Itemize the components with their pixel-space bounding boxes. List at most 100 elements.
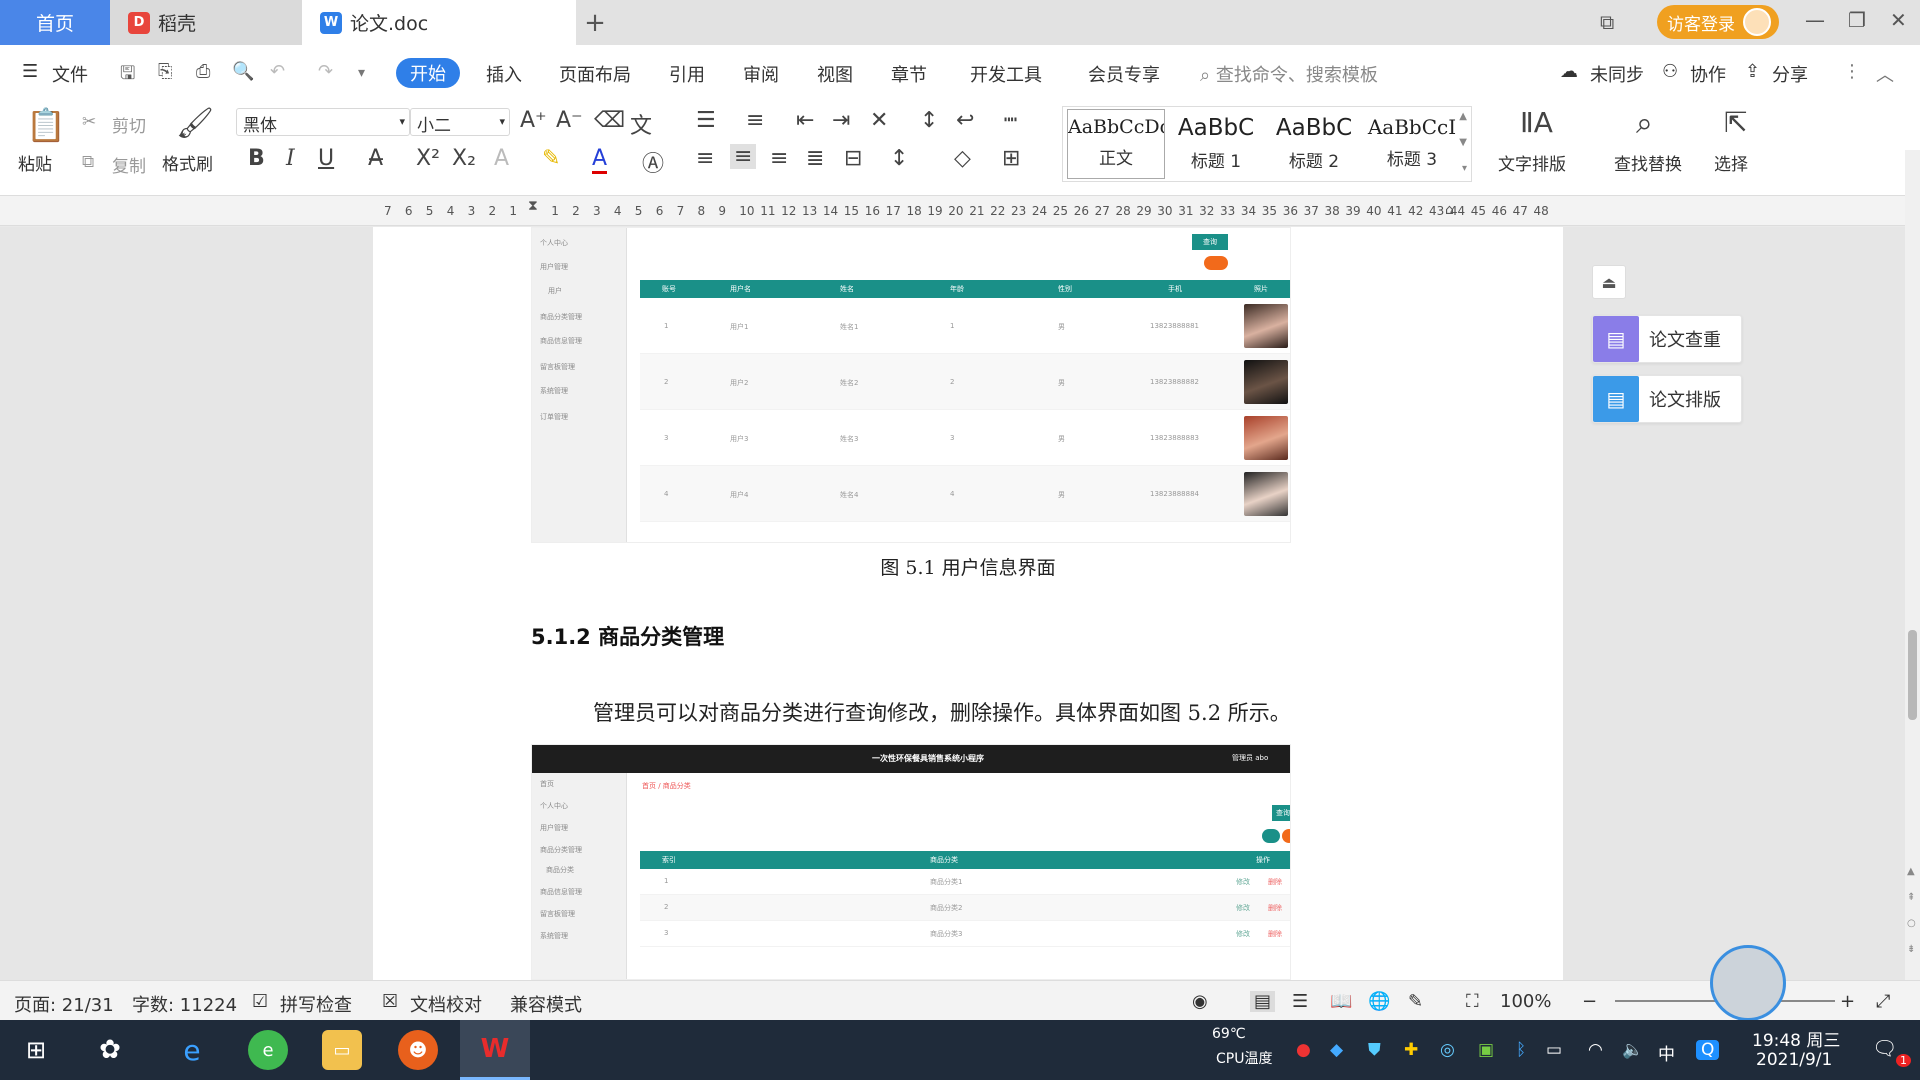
menu-start[interactable]: 开始 xyxy=(396,58,460,88)
zoom-out-icon[interactable]: − xyxy=(1582,991,1597,1012)
shrink-font-icon[interactable]: A⁻ xyxy=(556,108,583,133)
vertical-scrollbar[interactable]: ▲ ⇞ ○ ⇟ xyxy=(1905,150,1920,980)
file-explorer-icon[interactable]: ▭ xyxy=(322,1030,362,1070)
tab-daoke[interactable]: D 稻壳 xyxy=(110,0,302,45)
menu-member[interactable]: 会员专享 xyxy=(1088,61,1160,87)
command-search[interactable]: ⌕ 查找命令、搜索模板 xyxy=(1200,61,1378,87)
new-tab-button[interactable]: + xyxy=(578,0,612,45)
restore-icon[interactable]: ❐ xyxy=(1848,8,1866,32)
page-indicator[interactable]: 页面: 21/31 xyxy=(14,991,114,1017)
spell-check-button[interactable]: 拼写检查 xyxy=(280,991,352,1017)
gallery-scroll-down-icon[interactable]: ▼ xyxy=(1459,137,1467,148)
tab-home[interactable]: 首页 xyxy=(0,0,110,45)
clock-time[interactable]: 19:48 周三 xyxy=(1752,1026,1840,1051)
scrollbar-thumb[interactable] xyxy=(1908,630,1917,720)
underline-icon[interactable]: U xyxy=(318,146,334,171)
distributed-icon[interactable]: ⊟ xyxy=(844,146,862,171)
align-left-icon[interactable]: ≡ xyxy=(696,146,714,171)
bullet-list-icon[interactable]: ☰ xyxy=(696,108,716,133)
word-count[interactable]: 字数: 11224 xyxy=(132,991,237,1017)
font-name-select[interactable]: 黑体 ▾ xyxy=(236,108,410,136)
share-button[interactable]: 分享 xyxy=(1772,61,1808,87)
menu-view[interactable]: 视图 xyxy=(817,61,853,87)
font-color-icon[interactable]: A xyxy=(592,146,608,174)
decrease-indent-icon[interactable]: ⇤ xyxy=(796,108,814,133)
tab-document[interactable]: W 论文.doc xyxy=(302,0,576,45)
phonetic-icon[interactable]: 文 xyxy=(630,108,652,140)
wps-taskbar-icon[interactable]: W xyxy=(460,1020,530,1080)
menu-insert[interactable]: 插入 xyxy=(486,61,522,87)
style-heading-1[interactable]: AaBbC 标题 1 xyxy=(1167,109,1265,179)
menu-reference[interactable]: 引用 xyxy=(669,61,705,87)
collab-button[interactable]: 协作 xyxy=(1690,61,1726,87)
menu-dev-tools[interactable]: 开发工具 xyxy=(970,61,1042,87)
green-browser-icon[interactable]: e xyxy=(248,1030,288,1070)
numbered-list-icon[interactable]: ≡ xyxy=(746,108,764,133)
minimize-icon[interactable]: — xyxy=(1805,8,1825,32)
assistant-avatar[interactable] xyxy=(1710,945,1786,1021)
find-replace-button[interactable]: 查找替换 xyxy=(1614,150,1682,175)
qq-icon[interactable]: Q xyxy=(1696,1040,1720,1060)
char-border-icon[interactable]: Ⓐ xyxy=(642,146,664,178)
menu-file[interactable]: 文件 xyxy=(52,61,88,87)
superscript-icon[interactable]: X² xyxy=(416,146,440,171)
prev-page-icon[interactable]: ⇞ xyxy=(1907,892,1915,903)
gallery-scroll-up-icon[interactable]: ▲ xyxy=(1459,111,1467,122)
justify-icon[interactable]: ≣ xyxy=(806,146,824,171)
wifi-icon[interactable]: ◠ xyxy=(1588,1040,1603,1060)
close-icon[interactable]: ✕ xyxy=(1890,8,1907,32)
collapse-ribbon-icon[interactable]: ︿ xyxy=(1876,61,1894,87)
menu-page-layout[interactable]: 页面布局 xyxy=(559,61,631,87)
ime-indicator[interactable]: 中 xyxy=(1658,1040,1675,1065)
eye-protection-icon[interactable]: ◉ xyxy=(1192,991,1208,1012)
tray-app-icon[interactable]: ● xyxy=(1296,1040,1311,1060)
next-page-icon[interactable]: ⇟ xyxy=(1907,944,1915,955)
notification-icon[interactable]: 🗨 xyxy=(1872,1036,1897,1060)
export-icon[interactable]: ⎘ xyxy=(158,61,172,82)
tray-shield-icon[interactable]: ⛊ xyxy=(1368,1040,1381,1060)
gallery-expand-icon[interactable]: ▾ xyxy=(1462,163,1467,174)
scroll-up-icon[interactable]: ▲ xyxy=(1907,866,1915,877)
window-layout-icon[interactable]: ⧉ xyxy=(1600,10,1614,34)
shading-icon[interactable]: ◇ xyxy=(954,146,971,171)
style-heading-2[interactable]: AaBbC 标题 2 xyxy=(1265,109,1363,179)
format-painter-button[interactable]: 格式刷 xyxy=(162,150,213,175)
windows-start-icon[interactable]: ⊞ xyxy=(16,1030,56,1070)
tab-ruler-icon[interactable]: ┉ xyxy=(1004,108,1017,133)
doc-proof-button[interactable]: 文档校对 xyxy=(410,991,482,1017)
sync-status[interactable]: 未同步 xyxy=(1590,61,1644,87)
paste-button[interactable]: 粘贴 xyxy=(18,150,52,175)
document-page[interactable]: 个人中心 用户管理 用户 商品分类管理 商品信息管理 留言板管理 系统管理 订单… xyxy=(373,227,1563,980)
save-icon[interactable]: 🖫 xyxy=(120,61,135,91)
menu-chapter[interactable]: 章节 xyxy=(891,61,927,87)
increase-indent-icon[interactable]: ⇥ xyxy=(832,108,850,133)
tray-plus-icon[interactable]: ✚ xyxy=(1404,1040,1418,1060)
ie-browser-icon[interactable]: e xyxy=(172,1030,212,1070)
outline-view-icon[interactable]: ☰ xyxy=(1292,991,1308,1012)
redo-icon[interactable]: ↷ xyxy=(318,61,333,82)
menu-review[interactable]: 审阅 xyxy=(743,61,779,87)
page-view-icon[interactable]: ▤ xyxy=(1250,991,1276,1012)
zoom-level[interactable]: 100% xyxy=(1500,991,1551,1012)
paper-layout-button[interactable]: ▤ 论文排版 xyxy=(1592,375,1742,423)
print-preview-icon[interactable]: 🔍 xyxy=(232,61,254,82)
guest-login-button[interactable]: 访客登录 xyxy=(1657,5,1779,39)
fit-page-icon[interactable]: ⛶ xyxy=(1466,991,1479,1012)
quick-access-dropdown-icon[interactable]: ▾ xyxy=(358,65,365,81)
right-indent-marker-icon[interactable]: ⌂ xyxy=(1445,202,1454,218)
align-right-icon[interactable]: ≡ xyxy=(770,146,788,171)
subscript-icon[interactable]: X₂ xyxy=(452,146,476,171)
tray-nvidia-icon[interactable]: ▣ xyxy=(1478,1040,1494,1060)
fullscreen-icon[interactable]: ⤢ xyxy=(1876,991,1890,1012)
fan-app-icon[interactable]: ✿ xyxy=(90,1030,130,1070)
grow-font-icon[interactable]: A⁺ xyxy=(520,108,547,133)
paper-check-button[interactable]: ▤ 论文查重 xyxy=(1592,315,1742,363)
style-normal[interactable]: AaBbCcDd 正文 xyxy=(1067,109,1165,179)
select-browse-icon[interactable]: ○ xyxy=(1907,918,1916,929)
clock-date[interactable]: 2021/9/1 xyxy=(1756,1050,1832,1070)
indent-marker-icon[interactable]: ⧗ xyxy=(528,198,538,214)
strikethrough-icon[interactable]: A̶ xyxy=(368,146,383,171)
text-layout-button[interactable]: 文字排版 xyxy=(1498,150,1566,175)
sort-icon[interactable]: ↕ xyxy=(920,108,938,133)
tray-app2-icon[interactable]: ◎ xyxy=(1440,1040,1455,1060)
